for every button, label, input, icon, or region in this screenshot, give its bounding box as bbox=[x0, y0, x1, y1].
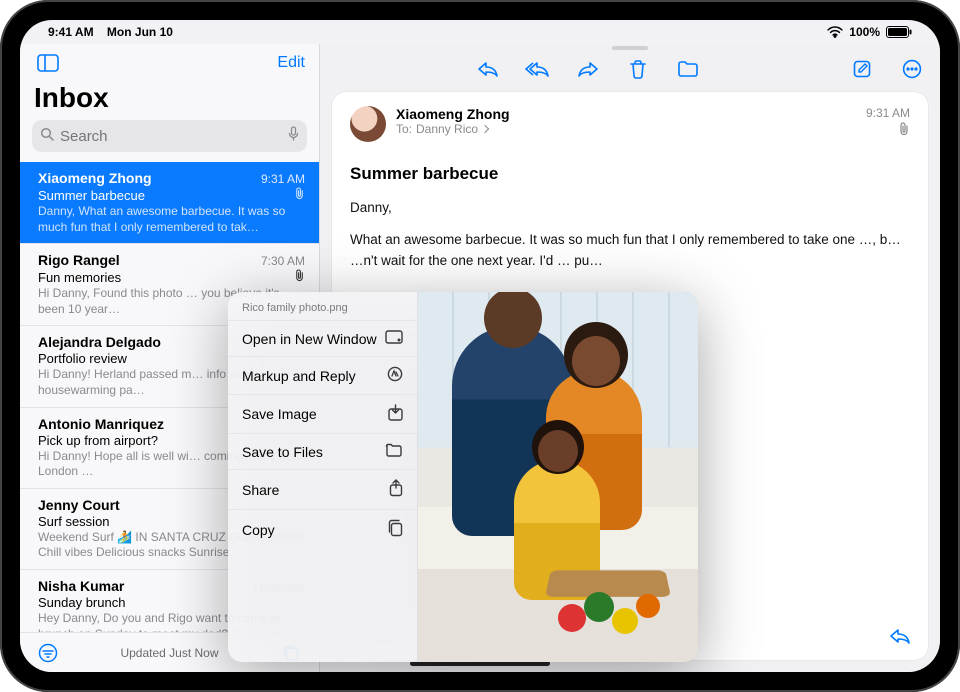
cell-subject: Portfolio review bbox=[38, 351, 127, 366]
cell-time: 7:30 AM bbox=[261, 254, 305, 268]
paperclip-icon bbox=[294, 269, 305, 285]
message-time: 9:31 AM bbox=[866, 106, 910, 120]
menu-item-folder[interactable]: Save to Files bbox=[228, 433, 417, 469]
filter-icon[interactable] bbox=[34, 639, 62, 667]
copy-icon bbox=[387, 519, 403, 540]
message-to[interactable]: To: Danny Rico bbox=[396, 122, 510, 136]
menu-item-label: Markup and Reply bbox=[242, 368, 356, 384]
to-label: To: bbox=[396, 122, 412, 136]
cell-sender: Antonio Manriquez bbox=[38, 416, 164, 432]
status-time: 9:41 AM bbox=[48, 25, 94, 39]
photo-placeholder bbox=[418, 292, 698, 662]
body-paragraph: What an awesome barbecue. It was so much… bbox=[350, 230, 910, 271]
update-status: Updated Just Now bbox=[120, 646, 218, 660]
cell-sender: Rigo Rangel bbox=[38, 252, 120, 268]
search-input[interactable] bbox=[60, 128, 282, 145]
paperclip-icon bbox=[294, 187, 305, 203]
sidebar-toolbar: Edit bbox=[20, 44, 319, 82]
attachment-preview-popup: Rico family photo.png Open in New Window… bbox=[228, 292, 698, 662]
menu-item-share[interactable]: Share bbox=[228, 469, 417, 509]
forward-icon[interactable] bbox=[574, 55, 602, 83]
save-image-icon bbox=[388, 404, 403, 424]
cell-sender: Xiaomeng Zhong bbox=[38, 170, 152, 186]
menu-item-copy[interactable]: Copy bbox=[228, 509, 417, 549]
ipad-frame: 9:41 AM Mon Jun 10 100% bbox=[0, 0, 960, 692]
folder-icon bbox=[385, 443, 403, 460]
cell-subject: Surf session bbox=[38, 514, 110, 529]
edit-button[interactable]: Edit bbox=[277, 54, 305, 72]
cell-preview: Danny, What an awesome barbecue. It was … bbox=[38, 204, 305, 235]
battery-icon bbox=[886, 26, 912, 38]
status-bar: 9:41 AM Mon Jun 10 100% bbox=[20, 20, 940, 44]
cell-subject: Fun memories bbox=[38, 270, 121, 285]
to-name: Danny Rico bbox=[416, 122, 478, 136]
quick-reply-icon[interactable] bbox=[886, 622, 914, 650]
sender-avatar[interactable] bbox=[350, 106, 386, 142]
message-meta: 9:31 AM bbox=[866, 106, 910, 139]
inbox-title: Inbox bbox=[20, 82, 319, 120]
context-menu: Rico family photo.png Open in New Window… bbox=[228, 292, 418, 662]
context-menu-filename: Rico family photo.png bbox=[228, 298, 417, 320]
status-date: Mon Jun 10 bbox=[107, 25, 173, 39]
attachment-preview-image[interactable] bbox=[418, 292, 698, 662]
menu-item-label: Share bbox=[242, 482, 279, 498]
menu-item-label: Save to Files bbox=[242, 444, 323, 460]
status-left: 9:41 AM Mon Jun 10 bbox=[48, 25, 173, 39]
body-greeting: Danny, bbox=[350, 198, 910, 218]
trash-icon[interactable] bbox=[624, 55, 652, 83]
cell-subject: Summer barbecue bbox=[38, 188, 145, 203]
status-right: 100% bbox=[827, 25, 912, 39]
screen: 9:41 AM Mon Jun 10 100% bbox=[20, 20, 940, 672]
message-header: Xiaomeng Zhong To: Danny Rico 9:31 AM bbox=[350, 106, 910, 142]
chevron-right-icon bbox=[481, 125, 489, 133]
attachment-icon bbox=[898, 122, 910, 139]
cell-sender: Jenny Court bbox=[38, 497, 120, 513]
wifi-icon bbox=[827, 26, 843, 38]
message-toolbar bbox=[320, 50, 940, 88]
battery-percent: 100% bbox=[849, 25, 880, 39]
cell-sender: Nisha Kumar bbox=[38, 578, 124, 594]
menu-item-label: Open in New Window bbox=[242, 331, 377, 347]
more-icon[interactable] bbox=[898, 55, 926, 83]
markup-icon bbox=[387, 366, 403, 385]
sidebar-toggle-icon[interactable] bbox=[34, 49, 62, 77]
message-cell[interactable]: Xiaomeng Zhong 9:31 AM Summer barbecueDann… bbox=[20, 162, 319, 244]
search-field[interactable] bbox=[32, 120, 307, 152]
compose-icon[interactable] bbox=[848, 55, 876, 83]
reply-all-icon[interactable] bbox=[524, 55, 552, 83]
dictation-icon[interactable] bbox=[288, 126, 299, 146]
cell-subject: Pick up from airport? bbox=[38, 433, 158, 448]
menu-item-markup[interactable]: Markup and Reply bbox=[228, 356, 417, 394]
reply-icon[interactable] bbox=[474, 55, 502, 83]
share-icon bbox=[389, 479, 403, 500]
move-folder-icon[interactable] bbox=[674, 55, 702, 83]
menu-item-window[interactable]: Open in New Window bbox=[228, 320, 417, 356]
menu-item-label: Copy bbox=[242, 522, 275, 538]
cell-sender: Alejandra Delgado bbox=[38, 334, 161, 350]
search-icon bbox=[40, 127, 54, 146]
message-subject: Summer barbecue bbox=[350, 164, 910, 184]
cell-subject: Sunday brunch bbox=[38, 595, 125, 610]
cell-time: 9:31 AM bbox=[261, 172, 305, 186]
window-icon bbox=[385, 330, 403, 347]
menu-item-label: Save Image bbox=[242, 406, 317, 422]
message-body: Danny, What an awesome barbecue. It was … bbox=[350, 198, 910, 271]
menu-item-save-image[interactable]: Save Image bbox=[228, 394, 417, 433]
message-from[interactable]: Xiaomeng Zhong bbox=[396, 106, 510, 122]
